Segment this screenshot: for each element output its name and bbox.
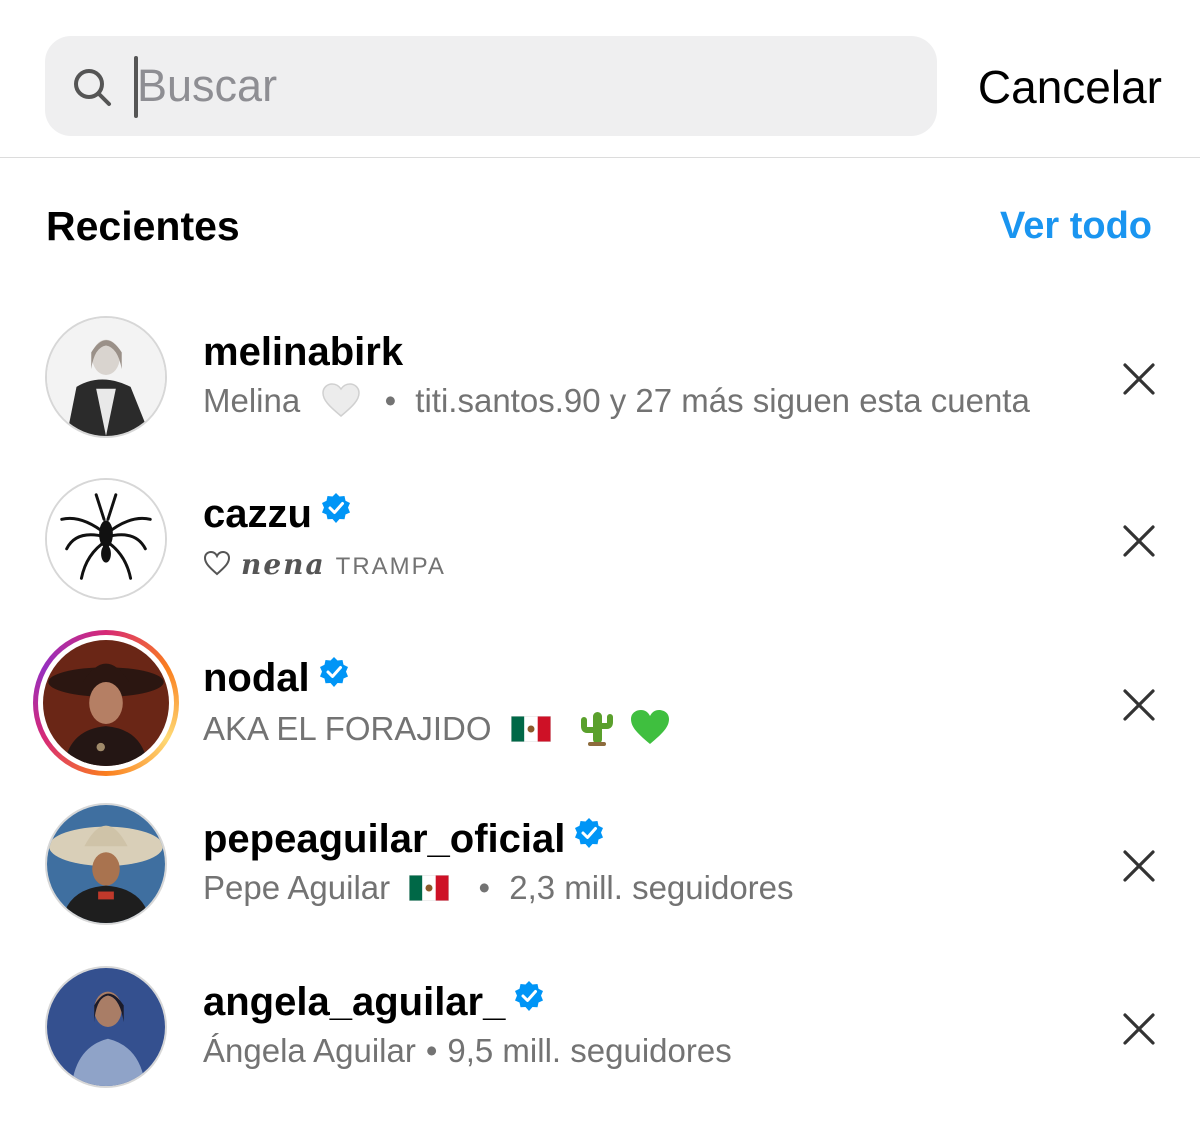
verified-badge-icon [575,818,604,848]
verified-badge-icon [321,493,350,523]
avatar[interactable] [45,478,167,600]
verified-badge-icon [319,657,348,687]
remove-icon[interactable] [1118,684,1160,726]
mutual-followers: titi.santos.90 y 27 más siguen esta cuen… [415,382,1030,419]
follower-count: 2,3 mill. seguidores [509,869,794,906]
account-bio: AKA EL FORAJIDO [203,708,671,748]
account-subtitle: Ángela Aguilar • 9,5 mill. seguidores [203,1032,732,1070]
username[interactable]: cazzu [203,492,352,537]
display-name: Pepe Aguilar [203,869,391,906]
search-input[interactable] [137,56,897,116]
bio-text: AKA EL FORAJIDO [203,710,492,747]
bio-word: nena [241,548,326,581]
account-bio: nena TRAMPA [203,544,446,582]
follower-count: 9,5 mill. seguidores [447,1032,732,1069]
remove-icon[interactable] [1118,358,1160,400]
username[interactable]: angela_aguilar_ [203,980,545,1025]
avatar[interactable] [45,966,167,1088]
separator-dot: • [425,1032,438,1069]
avatar-story-ring[interactable] [33,630,179,776]
username[interactable]: pepeaguilar_oficial [203,817,605,862]
separator-dot: • [384,382,397,419]
username-text: nodal [203,656,310,700]
mexico-flag-icon [409,875,450,901]
avatar[interactable] [45,803,167,925]
username-text: cazzu [203,492,312,536]
display-name: Ángela Aguilar [203,1032,416,1069]
white-heart-icon [322,383,361,417]
divider [0,157,1200,158]
account-subtitle: Melina • titi.santos.90 y 27 más siguen … [203,382,1030,420]
list-item[interactable]: cazzu nena TRAMPA [0,462,1200,602]
search-field[interactable] [45,36,937,136]
cactus-icon [580,712,613,746]
remove-icon[interactable] [1118,520,1160,562]
cancel-button[interactable]: Cancelar [978,60,1162,114]
remove-icon[interactable] [1118,845,1160,887]
list-item[interactable]: nodal AKA EL FORAJIDO [0,626,1200,776]
search-bar: Cancelar [0,0,1200,158]
username[interactable]: nodal [203,656,350,701]
search-icon [74,69,111,106]
username-text: angela_aguilar_ [203,980,506,1024]
heart-outline-icon [203,550,231,576]
remove-icon[interactable] [1118,1008,1160,1050]
see-all-link[interactable]: Ver todo [1000,205,1152,248]
username-text: pepeaguilar_oficial [203,817,566,861]
mexico-flag-icon [510,716,551,742]
avatar[interactable] [45,316,167,438]
account-subtitle: Pepe Aguilar • 2,3 mill. seguidores [203,869,794,907]
green-heart-icon [631,710,670,744]
display-name: Melina [203,382,301,419]
username[interactable]: melinabirk [203,330,403,375]
separator-dot: • [478,869,491,906]
section-title-recents: Recientes [46,203,240,249]
bio-word-2: TRAMPA [335,553,446,580]
verified-badge-icon [515,981,544,1011]
list-item[interactable]: angela_aguilar_ Ángela Aguilar • 9,5 mill.… [0,950,1200,1090]
list-item[interactable]: melinabirk Melina • titi.santos.90 y 27 … [0,300,1200,440]
avatar [43,640,169,766]
list-item[interactable]: pepeaguilar_oficial Pepe Aguilar • 2,3 m… [0,787,1200,927]
